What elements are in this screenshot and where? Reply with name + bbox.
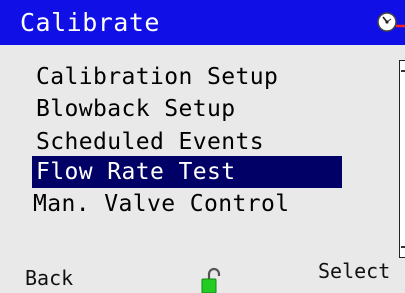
- menu-item-label: Scheduled Events: [36, 129, 264, 155]
- menu-item-flow-rate-test[interactable]: Flow Rate Test: [32, 156, 342, 188]
- menu-item-label: Calibration Setup: [36, 64, 279, 90]
- scroll-indicator-top: [401, 70, 405, 72]
- scroll-indicator-bottom: [401, 246, 405, 248]
- menu-item-calibration-setup[interactable]: Calibration Setup: [32, 61, 278, 93]
- menu-item-label: Flow Rate Test: [36, 159, 236, 185]
- menu-item-scheduled-events[interactable]: Scheduled Events: [32, 126, 264, 158]
- unlock-icon: [201, 267, 221, 293]
- menu-item-label: Man. Valve Control: [33, 191, 290, 217]
- menu-item-blowback-setup[interactable]: Blowback Setup: [32, 93, 235, 125]
- select-softkey[interactable]: Select: [318, 259, 390, 283]
- back-softkey[interactable]: Back: [25, 266, 73, 290]
- device-screen: Calibrate Calibration Setup Blowback Set…: [0, 0, 405, 293]
- menu-item-man-valve-control[interactable]: Man. Valve Control: [29, 188, 289, 220]
- menu-item-label: Blowback Setup: [36, 96, 236, 122]
- calibrate-menu: Calibration Setup Blowback Setup Schedul…: [0, 0, 405, 293]
- scrollbar[interactable]: [399, 60, 405, 258]
